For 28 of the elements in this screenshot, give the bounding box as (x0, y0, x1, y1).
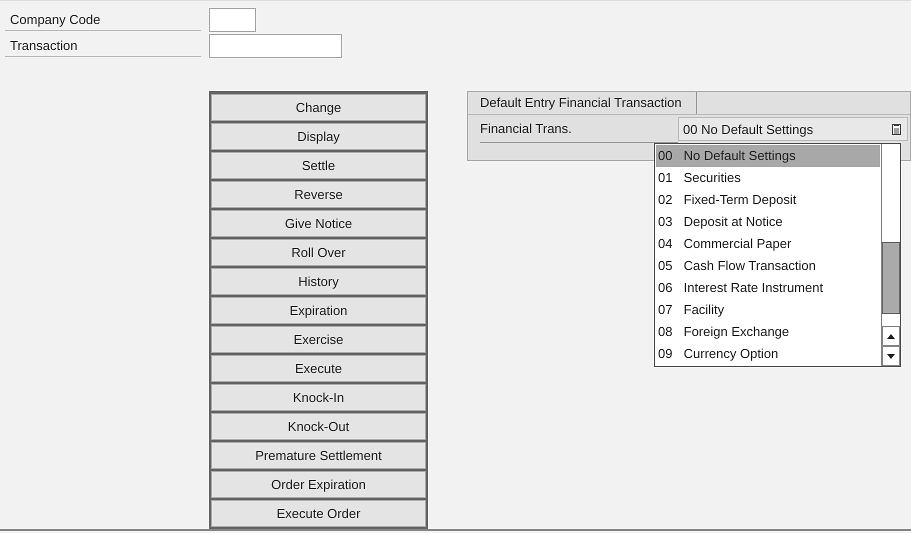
action-button[interactable]: Give Notice (211, 210, 426, 237)
input-field[interactable] (209, 8, 256, 32)
action-button[interactable]: Roll Over (211, 239, 426, 266)
action-button[interactable]: Knock-Out (211, 413, 426, 440)
action-button[interactable]: Settle (211, 152, 426, 179)
down-arrow-icon (887, 354, 895, 358)
action-button[interactable]: Exercise (211, 326, 426, 353)
action-button[interactable]: Reverse (211, 181, 426, 208)
action-button[interactable]: Display (211, 123, 426, 150)
scroll-down-button[interactable] (882, 346, 900, 366)
action-button[interactable]: Change (211, 94, 426, 121)
list-icon (892, 124, 901, 134)
field-label: Transaction (5, 35, 201, 57)
action-button[interactable]: Execute Order (211, 500, 426, 527)
action-button[interactable]: History (211, 268, 426, 295)
scroll-up-button[interactable] (882, 326, 900, 346)
dropdown-field[interactable]: 00 No Default Settings (678, 117, 908, 141)
action-button[interactable]: Order Expiration (211, 471, 426, 498)
up-arrow-icon (887, 334, 895, 338)
action-button[interactable]: Premature Settlement (211, 442, 426, 469)
dropdown-option[interactable]: 00 No Default Settings (656, 145, 880, 167)
scroll-thumb[interactable] (882, 242, 900, 314)
action-button[interactable]: Expiration (211, 297, 426, 324)
scrollbar[interactable] (881, 144, 900, 366)
action-button[interactable]: Knock-In (211, 384, 426, 411)
input-field[interactable] (209, 34, 342, 58)
field-label: Company Code (5, 9, 201, 31)
action-button[interactable]: Execute (211, 355, 426, 382)
